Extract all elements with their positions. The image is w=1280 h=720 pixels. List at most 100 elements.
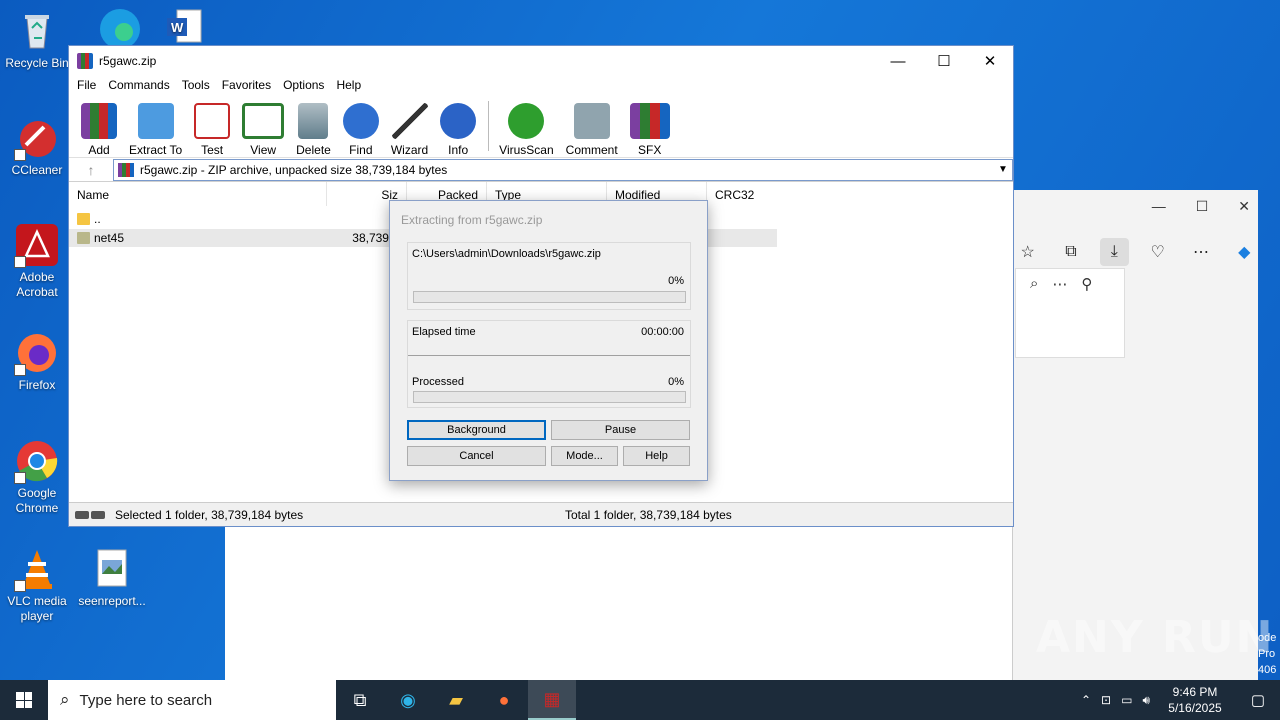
more-icon[interactable]: ⋯ bbox=[1186, 238, 1215, 266]
comment-button[interactable]: Comment bbox=[566, 103, 618, 157]
extract-to-button[interactable]: Extract To bbox=[129, 103, 182, 157]
info-label: Info bbox=[448, 143, 469, 157]
total-progress-bar bbox=[413, 391, 686, 403]
clock[interactable]: 9:46 PM 5/16/2025 bbox=[1160, 684, 1230, 716]
wand-icon bbox=[391, 103, 428, 139]
view-label: View bbox=[250, 143, 277, 157]
desktop-icon-firefox[interactable]: Firefox bbox=[1, 330, 73, 393]
help-button[interactable]: Help bbox=[623, 446, 690, 466]
menu-tools[interactable]: Tools bbox=[176, 76, 216, 96]
folder-icon bbox=[77, 232, 90, 244]
firefox-icon bbox=[14, 330, 60, 376]
close-button[interactable]: ✕ bbox=[967, 46, 1013, 76]
close-icon[interactable]: ✕ bbox=[1238, 198, 1250, 215]
network-icon[interactable]: ▭ bbox=[1121, 693, 1132, 707]
view-button[interactable]: View bbox=[242, 103, 285, 157]
task-view-icon: ⧉ bbox=[353, 689, 367, 710]
menu-help[interactable]: Help bbox=[330, 76, 367, 96]
collections-icon[interactable]: ⧉ bbox=[1056, 238, 1085, 266]
find-label: Find bbox=[349, 143, 373, 157]
taskbar-file-explorer[interactable]: ▰ bbox=[432, 680, 480, 720]
column-name[interactable]: Name bbox=[69, 182, 327, 206]
delete-button[interactable]: Delete bbox=[296, 103, 331, 157]
device-icon[interactable]: ⊡ bbox=[1101, 693, 1111, 707]
image-file-icon bbox=[89, 546, 135, 592]
edition-line: Pro bbox=[1258, 648, 1276, 660]
svg-text:W: W bbox=[171, 20, 184, 35]
path-text: r5gawc.zip - ZIP archive, unpacked size … bbox=[140, 162, 448, 177]
divider bbox=[408, 355, 690, 356]
test-button[interactable]: Test bbox=[194, 103, 231, 157]
minimize-button[interactable]: — bbox=[875, 46, 921, 76]
desktop-icon-label: Google Chrome bbox=[15, 486, 59, 515]
cancel-button[interactable]: Cancel bbox=[407, 446, 546, 466]
more-icon[interactable]: ⋯ bbox=[1052, 275, 1067, 293]
desktop-icon-vlc[interactable]: VLC media player bbox=[1, 546, 73, 624]
taskbar-winrar[interactable]: ▦ bbox=[528, 680, 576, 720]
notification-icon[interactable]: ▢ bbox=[1240, 680, 1276, 720]
extract-dialog: Extracting from r5gawc.zip C:\Users\admi… bbox=[389, 200, 708, 481]
file-progress-bar bbox=[413, 291, 686, 303]
total-progress-group: Elapsed time 00:00:00 Processed 0% bbox=[407, 320, 691, 408]
menu-file[interactable]: File bbox=[71, 76, 102, 96]
wizard-label: Wizard bbox=[390, 143, 429, 157]
search-icon: ⌕ bbox=[60, 690, 70, 709]
edge-window-controls: — ☐ ✕ bbox=[1152, 198, 1250, 215]
start-button[interactable] bbox=[0, 680, 48, 720]
mode-button[interactable]: Mode... bbox=[551, 446, 618, 466]
desktop-icon-seenreport[interactable]: seenreport... bbox=[76, 546, 148, 609]
virusscan-button[interactable]: VirusScan bbox=[499, 103, 554, 157]
path-field[interactable]: r5gawc.zip - ZIP archive, unpacked size … bbox=[113, 158, 1013, 181]
desktop-icon-chrome[interactable]: Google Chrome bbox=[1, 438, 73, 516]
table-row[interactable]: net45 bbox=[77, 231, 124, 245]
edge-browser-window: — ☐ ✕ ☆ ⧉ ⤓ ♡ ⋯ ◆ ⌕ ⋯ ⚲ bbox=[1012, 190, 1258, 680]
sfx-icon bbox=[629, 103, 670, 139]
taskbar-edge[interactable]: ◉ bbox=[384, 680, 432, 720]
desktop-icon-ccleaner[interactable]: CCleaner bbox=[1, 115, 73, 178]
firefox-icon: ● bbox=[498, 689, 510, 710]
volume-icon[interactable]: 🔊︎ bbox=[1142, 693, 1150, 708]
task-view-button[interactable]: ⧉ bbox=[336, 680, 384, 720]
desktop-icon-label: CCleaner bbox=[11, 163, 63, 177]
menu-options[interactable]: Options bbox=[277, 76, 330, 96]
adobe-acrobat-icon bbox=[14, 222, 60, 268]
system-tray: ⌃ ⊡ ▭ 🔊︎ 9:46 PM 5/16/2025 ▢ bbox=[1081, 680, 1280, 720]
desktop-icon-recycle-bin[interactable]: Recycle Bin bbox=[1, 8, 73, 71]
trash-icon bbox=[298, 103, 329, 139]
add-button[interactable]: Add bbox=[81, 103, 117, 157]
downloads-icon[interactable]: ⤓ bbox=[1099, 238, 1129, 266]
pin-icon[interactable]: ⚲ bbox=[1081, 275, 1092, 293]
pause-button[interactable]: Pause bbox=[551, 420, 690, 440]
copilot-icon[interactable]: ◆ bbox=[1230, 238, 1259, 266]
desktop-icon-adobe-acrobat[interactable]: Adobe Acrobat bbox=[1, 222, 73, 300]
minimize-icon[interactable]: — bbox=[1152, 198, 1166, 215]
virusscan-label: VirusScan bbox=[499, 143, 554, 157]
background-button[interactable]: Background bbox=[407, 420, 546, 440]
info-button[interactable]: Info bbox=[440, 103, 477, 157]
taskbar-search[interactable]: ⌕ Type here to search bbox=[48, 680, 336, 720]
taskbar-firefox[interactable]: ● bbox=[480, 680, 528, 720]
maximize-icon[interactable]: ☐ bbox=[1196, 198, 1209, 215]
wizard-button[interactable]: Wizard bbox=[391, 103, 428, 157]
path-bar: ↑ r5gawc.zip - ZIP archive, unpacked siz… bbox=[69, 158, 1013, 182]
table-row[interactable]: .. bbox=[77, 212, 101, 226]
favorites-icon[interactable]: ☆ bbox=[1013, 238, 1042, 266]
find-button[interactable]: Find bbox=[342, 103, 379, 157]
checklist-icon bbox=[194, 103, 231, 139]
add-icon bbox=[81, 103, 117, 139]
health-icon[interactable]: ♡ bbox=[1143, 238, 1172, 266]
menu-commands[interactable]: Commands bbox=[102, 76, 175, 96]
menu-favorites[interactable]: Favorites bbox=[216, 76, 277, 96]
maximize-button[interactable]: ☐ bbox=[921, 46, 967, 76]
column-crc32[interactable]: CRC32 bbox=[707, 182, 777, 206]
desktop-icon-label: seenreport... bbox=[78, 594, 146, 608]
row-name: .. bbox=[94, 212, 101, 226]
sfx-button[interactable]: SFX bbox=[629, 103, 670, 157]
windows-edition-text: ode Pro 406 bbox=[1258, 630, 1276, 678]
processed-percent: 0% bbox=[668, 376, 684, 388]
search-icon[interactable]: ⌕ bbox=[1030, 275, 1038, 293]
chevron-down-icon[interactable]: ▼ bbox=[994, 164, 1012, 175]
chevron-up-icon[interactable]: ⌃ bbox=[1081, 693, 1091, 707]
up-arrow-icon[interactable]: ↑ bbox=[69, 162, 113, 178]
windows-logo-icon bbox=[16, 692, 32, 708]
